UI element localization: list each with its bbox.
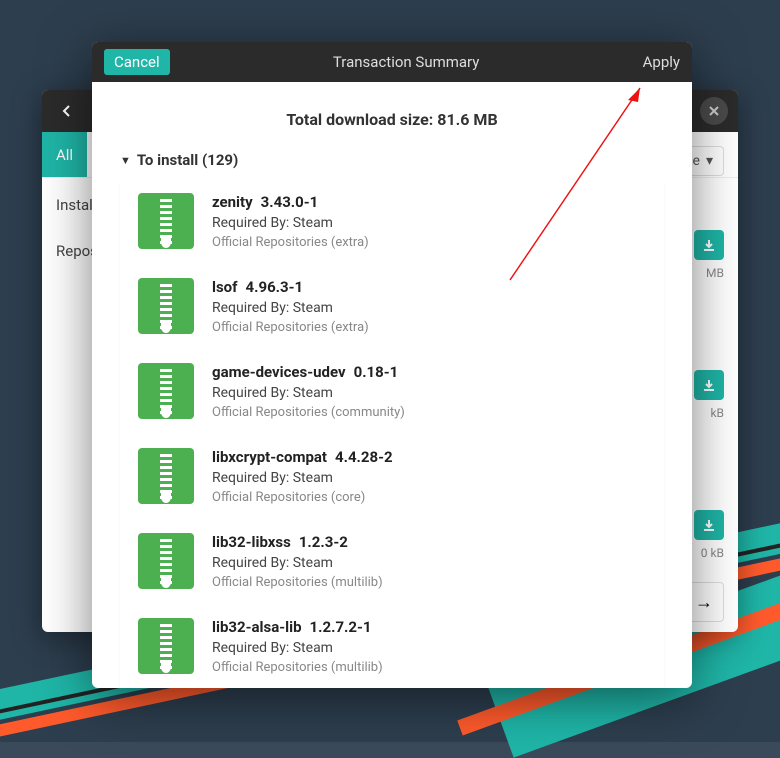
package-name: zenity3.43.0-1 [212,193,646,211]
package-item[interactable]: zenity3.43.0-1 Required By: Steam Offici… [120,179,664,264]
package-list: zenity3.43.0-1 Required By: Steam Offici… [120,179,664,688]
package-repository: Official Repositories (community) [212,405,646,420]
package-card: MB [694,230,724,280]
package-repository: Official Repositories (multilib) [212,660,646,675]
package-required-by: Required By: Steam [212,470,646,486]
package-required-by: Required By: Steam [212,300,646,316]
tab-all[interactable]: All [42,132,87,177]
dialog-header: Cancel Transaction Summary Apply [92,42,692,82]
package-icon [138,448,194,504]
package-info: zenity3.43.0-1 Required By: Steam Offici… [212,193,646,250]
package-required-by: Required By: Steam [212,215,646,231]
install-button[interactable] [694,370,724,400]
package-info: game-devices-udev0.18-1 Required By: Ste… [212,363,646,420]
package-info: lsof4.96.3-1 Required By: Steam Official… [212,278,646,335]
package-item[interactable]: lib32-libxss1.2.3-2 Required By: Steam O… [120,519,664,604]
transaction-summary-dialog: Cancel Transaction Summary Apply Total d… [92,42,692,688]
package-info: lib32-libxss1.2.3-2 Required By: Steam O… [212,533,646,590]
dialog-title: Transaction Summary [333,53,479,71]
package-name: game-devices-udev0.18-1 [212,363,646,381]
back-button[interactable] [52,97,82,125]
section-title: To install (129) [137,151,238,169]
package-size: kB [694,406,724,420]
package-required-by: Required By: Steam [212,555,646,571]
package-repository: Official Repositories (extra) [212,320,646,335]
cancel-button[interactable]: Cancel [104,49,170,75]
package-icon [138,618,194,674]
package-icon [138,278,194,334]
package-cards-column: MB kB 0 kB [694,230,724,560]
arrow-left-icon [59,103,75,119]
package-item[interactable]: lib32-alsa-lib1.2.7.2-1 Required By: Ste… [120,604,664,688]
apply-button[interactable]: Apply [643,53,680,71]
install-button[interactable] [694,510,724,540]
close-icon [709,106,719,116]
package-name: lib32-alsa-lib1.2.7.2-1 [212,618,646,636]
package-size: MB [694,266,724,280]
to-install-section-header[interactable]: ▼ To install (129) [92,151,692,179]
package-info: lib32-alsa-lib1.2.7.2-1 Required By: Ste… [212,618,646,675]
package-icon [138,193,194,249]
package-icon [138,363,194,419]
package-item[interactable]: lsof4.96.3-1 Required By: Steam Official… [120,264,664,349]
dialog-body[interactable]: Total download size: 81.6 MB ▼ To instal… [92,82,692,688]
package-size: 0 kB [694,546,724,560]
total-download-size: Total download size: 81.6 MB [92,110,692,129]
package-name: libxcrypt-compat4.4.28-2 [212,448,646,466]
package-repository: Official Repositories (core) [212,490,646,505]
download-icon [702,518,716,532]
package-card: 0 kB [694,510,724,560]
package-item[interactable]: game-devices-udev0.18-1 Required By: Ste… [120,349,664,434]
install-button[interactable] [694,230,724,260]
package-required-by: Required By: Steam [212,640,646,656]
download-icon [702,378,716,392]
package-info: libxcrypt-compat4.4.28-2 Required By: St… [212,448,646,505]
package-repository: Official Repositories (multilib) [212,575,646,590]
package-card: kB [694,370,724,420]
download-icon [702,238,716,252]
package-required-by: Required By: Steam [212,385,646,401]
triangle-down-icon: ▼ [120,154,131,167]
window-close-button[interactable] [700,97,728,125]
package-icon [138,533,194,589]
package-item[interactable]: libxcrypt-compat4.4.28-2 Required By: St… [120,434,664,519]
package-repository: Official Repositories (extra) [212,235,646,250]
chevron-down-icon: ▾ [706,153,713,169]
package-name: lsof4.96.3-1 [212,278,646,296]
package-name: lib32-libxss1.2.3-2 [212,533,646,551]
arrow-right-icon: → [695,592,713,613]
bg-stripe [0,0,780,10]
